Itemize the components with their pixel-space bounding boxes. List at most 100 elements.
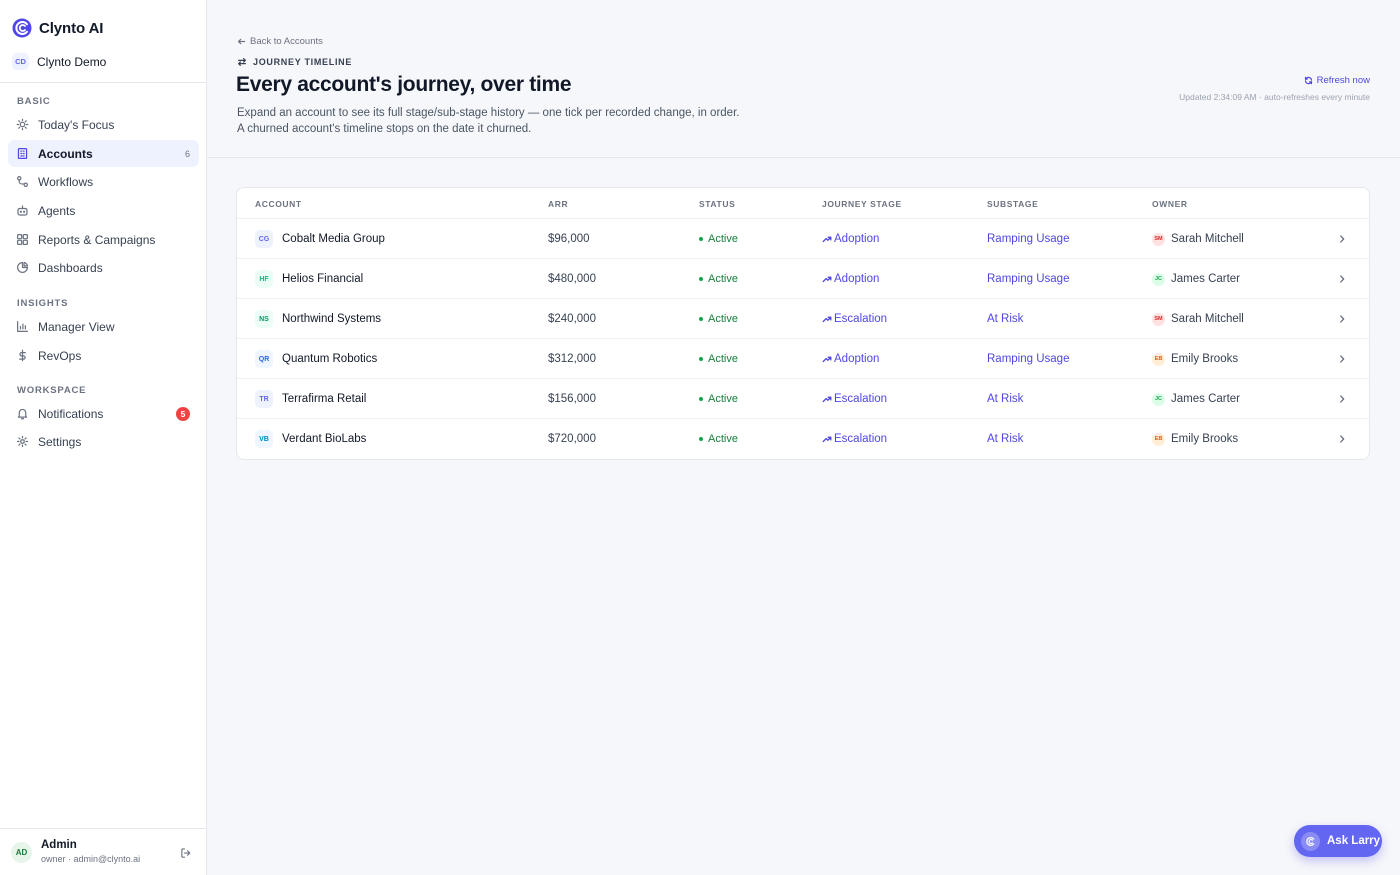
account-name[interactable]: Northwind Systems [282, 313, 381, 325]
sidebar-item-accounts[interactable]: Accounts 6 [8, 140, 199, 167]
journey-stage[interactable]: Escalation [822, 299, 887, 339]
stage-label: Adoption [834, 273, 880, 285]
substage[interactable]: At Risk [987, 379, 1023, 419]
pie-chart-icon [16, 261, 29, 274]
org-name: Clynto Demo [37, 54, 107, 69]
journey-stage[interactable]: Adoption [822, 339, 879, 379]
sidebar-item-todays-focus[interactable]: Today's Focus [8, 111, 199, 138]
gear-icon [16, 435, 29, 448]
section-insights: INSIGHTS [17, 298, 69, 309]
expand-row-button[interactable] [1337, 219, 1347, 259]
stage-label: Adoption [834, 233, 880, 245]
owner-name: Emily Brooks [1171, 353, 1239, 365]
sun-icon [16, 118, 29, 131]
column-header-arr[interactable]: ARR [548, 199, 568, 209]
stage-label: Escalation [834, 433, 888, 445]
account-name[interactable]: Cobalt Media Group [282, 233, 385, 245]
owner-avatar: EB [1152, 432, 1165, 446]
table-row[interactable]: HF Helios Financial $480,000 Active Adop… [237, 259, 1369, 299]
status-badge: Active [699, 419, 738, 459]
status-label: Active [708, 233, 738, 245]
sidebar-item-agents[interactable]: Agents [8, 197, 199, 224]
table-row[interactable]: QR Quantum Robotics $312,000 Active Adop… [237, 339, 1369, 379]
account-name[interactable]: Verdant BioLabs [282, 433, 366, 445]
arr-value: $96,000 [548, 233, 590, 245]
logout-icon[interactable] [180, 846, 192, 858]
table-row[interactable]: TR Terrafirma Retail $156,000 Active Esc… [237, 379, 1369, 419]
journey-stage[interactable]: Escalation [822, 379, 887, 419]
ask-larry-button[interactable]: Ask Larry [1294, 825, 1382, 857]
account-cell: VB Verdant BioLabs [255, 419, 366, 459]
journey-stage[interactable]: Adoption [822, 219, 879, 259]
owner-avatar: JC [1152, 392, 1165, 406]
user-meta: owner · admin@clynto.ai [41, 854, 141, 864]
expand-row-button[interactable] [1337, 339, 1347, 379]
clynto-logo-icon [12, 18, 32, 38]
account-name[interactable]: Terrafirma Retail [282, 393, 366, 405]
expand-row-button[interactable] [1337, 419, 1347, 459]
sidebar-item-manager-view[interactable]: Manager View [8, 313, 199, 340]
column-header-account[interactable]: ACCOUNT [255, 199, 302, 209]
brand[interactable]: Clynto AI [12, 18, 103, 38]
avatar[interactable]: AD [11, 842, 32, 863]
trending-up-icon [822, 356, 832, 363]
dollar-icon [16, 349, 29, 362]
owner-avatar: SM [1152, 232, 1165, 246]
column-header-journey-stage[interactable]: JOURNEY STAGE [822, 199, 902, 209]
owner-cell: JC James Carter [1152, 259, 1240, 299]
sidebar-item-dashboards[interactable]: Dashboards [8, 254, 199, 281]
bell-icon [16, 407, 29, 420]
table-header: ACCOUNT ARR STATUS JOURNEY STAGE SUBSTAG… [237, 188, 1369, 219]
arr-value: $312,000 [548, 353, 596, 365]
back-to-accounts-link[interactable]: Back to Accounts [237, 36, 323, 47]
substage[interactable]: Ramping Usage [987, 259, 1069, 299]
substage[interactable]: Ramping Usage [987, 219, 1069, 259]
table-row[interactable]: VB Verdant BioLabs $720,000 Active Escal… [237, 419, 1369, 459]
journey-stage[interactable]: Escalation [822, 419, 887, 459]
sidebar-item-label: RevOps [38, 348, 82, 363]
swap-arrows-icon [238, 58, 246, 66]
column-header-status[interactable]: STATUS [699, 199, 735, 209]
owner-cell: SM Sarah Mitchell [1152, 299, 1244, 339]
sidebar-item-label: Agents [38, 203, 76, 218]
owner-avatar: SM [1152, 312, 1165, 326]
sidebar-item-revops[interactable]: RevOps [8, 342, 199, 369]
expand-row-button[interactable] [1337, 259, 1347, 299]
page-title: Every account's journey, over time [236, 73, 572, 96]
expand-row-button[interactable] [1337, 299, 1347, 339]
account-name[interactable]: Quantum Robotics [282, 353, 377, 365]
trending-up-icon [822, 236, 832, 243]
trending-up-icon [822, 316, 832, 323]
column-header-substage[interactable]: SUBSTAGE [987, 199, 1038, 209]
table-row[interactable]: CG Cobalt Media Group $96,000 Active Ado… [237, 219, 1369, 259]
sidebar-divider [0, 82, 207, 83]
sidebar-item-workflows[interactable]: Workflows [8, 168, 199, 195]
sidebar-item-label: Dashboards [38, 260, 103, 275]
refresh-button[interactable]: Refresh now [1304, 75, 1370, 86]
sidebar-item-label: Manager View [38, 319, 115, 334]
bot-icon [16, 204, 29, 217]
trending-up-icon [822, 436, 832, 443]
sidebar-item-reports-campaigns[interactable]: Reports & Campaigns [8, 226, 199, 253]
sidebar-item-settings[interactable]: Settings [8, 428, 199, 455]
status-dot-icon [699, 437, 703, 441]
substage[interactable]: At Risk [987, 299, 1023, 339]
user-footer: AD Admin owner · admin@clynto.ai [0, 828, 207, 875]
org-switcher[interactable]: CD Clynto Demo [12, 53, 106, 70]
substage[interactable]: Ramping Usage [987, 339, 1069, 379]
table-row[interactable]: NS Northwind Systems $240,000 Active Esc… [237, 299, 1369, 339]
journey-stage[interactable]: Adoption [822, 259, 879, 299]
account-cell: NS Northwind Systems [255, 299, 381, 339]
owner-cell: JC James Carter [1152, 379, 1240, 419]
bar-chart-icon [16, 320, 29, 333]
account-name[interactable]: Helios Financial [282, 273, 363, 285]
expand-row-button[interactable] [1337, 379, 1347, 419]
status-label: Active [708, 313, 738, 325]
section-workspace: WORKSPACE [17, 385, 87, 396]
account-badge: CG [255, 230, 273, 248]
arr-value: $240,000 [548, 313, 596, 325]
column-header-owner[interactable]: OWNER [1152, 199, 1188, 209]
assistant-logo-icon [1301, 831, 1320, 851]
substage[interactable]: At Risk [987, 419, 1023, 459]
sidebar-item-notifications[interactable]: Notifications 5 [8, 400, 199, 427]
